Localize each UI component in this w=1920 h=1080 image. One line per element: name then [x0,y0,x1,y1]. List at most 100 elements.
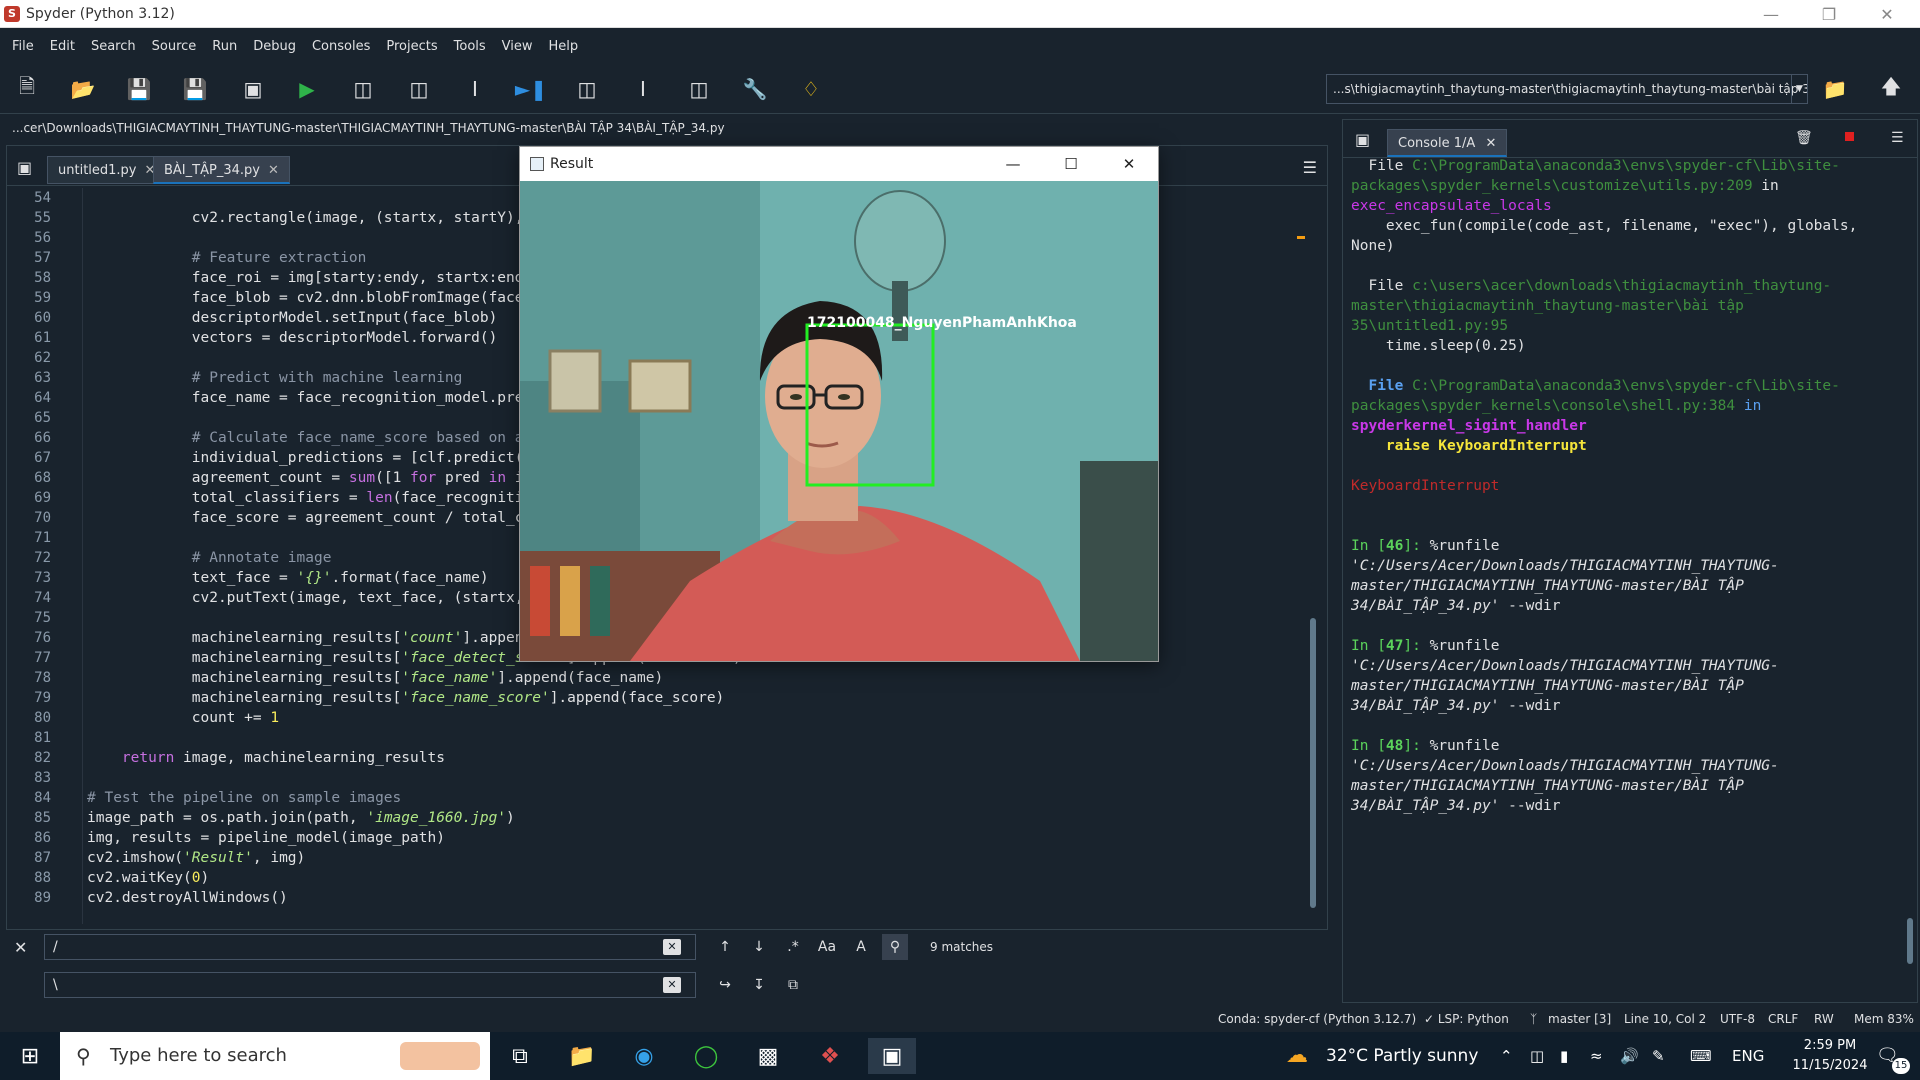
maximize-pane-icon[interactable]: ◫ [682,72,716,106]
close-icon[interactable]: ✕ [1858,0,1916,28]
line-number: 72 [34,550,51,566]
minimize-icon[interactable]: — [1742,0,1800,28]
browse-tabs-icon[interactable]: ▣ [17,158,32,177]
search-input[interactable]: / ✕ [44,934,696,960]
open-file-icon[interactable]: 📂 [66,72,100,106]
case-sensitive-button[interactable]: Aa [814,934,840,960]
menu-consoles[interactable]: Consoles [304,39,378,54]
debug-cell-icon[interactable]: ◫ [570,72,604,106]
line-number: 88 [34,870,51,886]
browse-folder-icon[interactable]: 📁 [1818,72,1852,106]
weather-icon[interactable]: ☁ [1286,1032,1308,1080]
meet-now-icon[interactable]: ◫ [1530,1032,1544,1080]
anaconda-icon[interactable]: ◯ [682,1038,730,1074]
menu-file[interactable]: File [4,39,42,54]
traceback-code: exec_fun(compile(code_ast, filename, "ex… [1351,218,1867,254]
console-scrollbar[interactable] [1905,160,1915,998]
menu-edit[interactable]: Edit [42,39,83,54]
keyboard-icon[interactable]: ⌨ [1690,1032,1712,1080]
git-branch-status[interactable]: master [3] [1548,1006,1611,1032]
menu-search[interactable]: Search [83,39,144,54]
run-selection-icon[interactable]: I [458,72,492,106]
taskbar-search-box[interactable]: ⚲ Type here to search [60,1032,490,1080]
menu-view[interactable]: View [494,39,541,54]
editor-scrollbar[interactable] [1309,188,1317,918]
stop-icon[interactable] [1845,132,1854,141]
parent-directory-icon[interactable]: 🡅 [1874,72,1908,106]
menu-run[interactable]: Run [204,39,245,54]
result-window[interactable]: Result — ☐ ✕ 172100048_NguyenPhamAnhKhoa [519,146,1159,662]
menu-debug[interactable]: Debug [245,39,304,54]
find-previous-icon[interactable]: ↑ [712,934,738,960]
preferences-wrench-icon[interactable]: 🔧 [738,72,772,106]
chevron-down-icon[interactable]: ▼ [1791,75,1807,103]
show-hidden-icons-icon[interactable]: ⌃ [1500,1032,1513,1080]
volume-icon[interactable]: 🔊 [1620,1032,1639,1080]
options-menu-icon[interactable]: ☰ [1303,158,1317,177]
run-cell-icon[interactable]: ◫ [346,72,380,106]
task-view-icon[interactable]: ⧉ [496,1038,544,1074]
weather-text[interactable]: 32°C Partly sunny [1326,1032,1478,1080]
save-all-icon[interactable]: 💾 [178,72,212,106]
new-cell-icon[interactable]: ▣ [236,72,270,106]
menu-tools[interactable]: Tools [446,39,494,54]
console-tab-bar: ▣ Console 1/A ✕ 🗑 ☰ [1343,120,1917,158]
new-file-icon[interactable]: 🗎 [10,72,44,106]
highlight-matches-icon[interactable]: ⚲ [882,934,908,960]
debug-icon[interactable]: ►❚ [514,72,548,106]
maximize-icon[interactable]: ☐ [1042,147,1100,181]
scrollbar-thumb[interactable] [1310,618,1316,908]
menu-source[interactable]: Source [144,39,205,54]
tab-console[interactable]: Console 1/A ✕ [1387,129,1508,157]
save-icon[interactable]: 💾 [122,72,156,106]
menu-projects[interactable]: Projects [378,39,445,54]
clock[interactable]: 2:59 PM 11/15/2024 [1790,1036,1870,1076]
result-window-title-bar[interactable]: Result — ☐ ✕ [520,147,1158,181]
ipython-console-output[interactable]: File C:\ProgramData\anaconda3\envs\spyde… [1351,156,1896,996]
conda-env-status[interactable]: Conda: spyder-cf (Python 3.12.7) [1218,1006,1416,1032]
battery-icon[interactable]: ▮ [1560,1032,1568,1080]
run-cell-advance-icon[interactable]: ◫ [402,72,436,106]
working-directory-combo[interactable]: ...s\thigiacmaytinh_thaytung-master\thig… [1326,74,1808,104]
python-path-icon[interactable]: ♢ [794,72,828,106]
line-number: 55 [34,210,51,226]
clear-search-icon[interactable]: ✕ [663,939,681,955]
replace-input[interactable]: \ ✕ [44,972,696,998]
language-indicator[interactable]: ENG [1732,1032,1764,1080]
line-number: 64 [34,390,51,406]
traceback-function: exec_encapsulate_locals [1351,198,1552,214]
windows-start-icon[interactable]: ⊞ [6,1038,54,1074]
code-line: count += 1 [87,710,280,726]
menu-help[interactable]: Help [541,39,587,54]
tab-bai-tap-34[interactable]: BÀI_TẬP_34.py ✕ [153,156,290,184]
close-find-icon[interactable]: ✕ [14,938,27,957]
close-icon[interactable]: ✕ [1100,147,1158,181]
file-explorer-icon[interactable]: 📁 [558,1038,606,1074]
lsp-status[interactable]: ✓ LSP: Python [1424,1006,1509,1032]
line-number: 77 [34,650,51,666]
spyder-app-icon[interactable]: ❖ [806,1038,854,1074]
result-window-app-icon[interactable]: ▣ [868,1038,916,1074]
restore-icon[interactable]: ❐ [1800,0,1858,28]
clear-replace-icon[interactable]: ✕ [663,977,681,993]
run-icon[interactable]: ▶ [290,72,324,106]
whole-word-icon[interactable]: A [848,934,874,960]
terminal-icon[interactable]: ▩ [744,1038,792,1074]
scrollbar-thumb[interactable] [1907,918,1913,964]
replace-find-icon[interactable]: ↧ [746,972,772,998]
close-tab-icon[interactable]: ✕ [1485,136,1496,151]
browse-tabs-icon[interactable]: ▣ [1355,130,1370,149]
minimize-icon[interactable]: — [984,147,1042,181]
edge-browser-icon[interactable]: ◉ [620,1038,668,1074]
pen-icon[interactable]: ✎ [1652,1032,1665,1080]
trash-icon[interactable]: 🗑 [1795,130,1813,146]
replace-icon[interactable]: ↪ [712,972,738,998]
regex-icon[interactable]: .* [780,934,806,960]
replace-all-icon[interactable]: ⧉ [780,972,806,998]
close-tab-icon[interactable]: ✕ [268,163,279,178]
debug-selection-icon[interactable]: I [626,72,660,106]
find-next-icon[interactable]: ↓ [746,934,772,960]
wifi-icon[interactable]: ≈ [1590,1032,1603,1080]
options-menu-icon[interactable]: ☰ [1891,130,1904,146]
tab-untitled1[interactable]: untitled1.py ✕ [47,156,167,184]
